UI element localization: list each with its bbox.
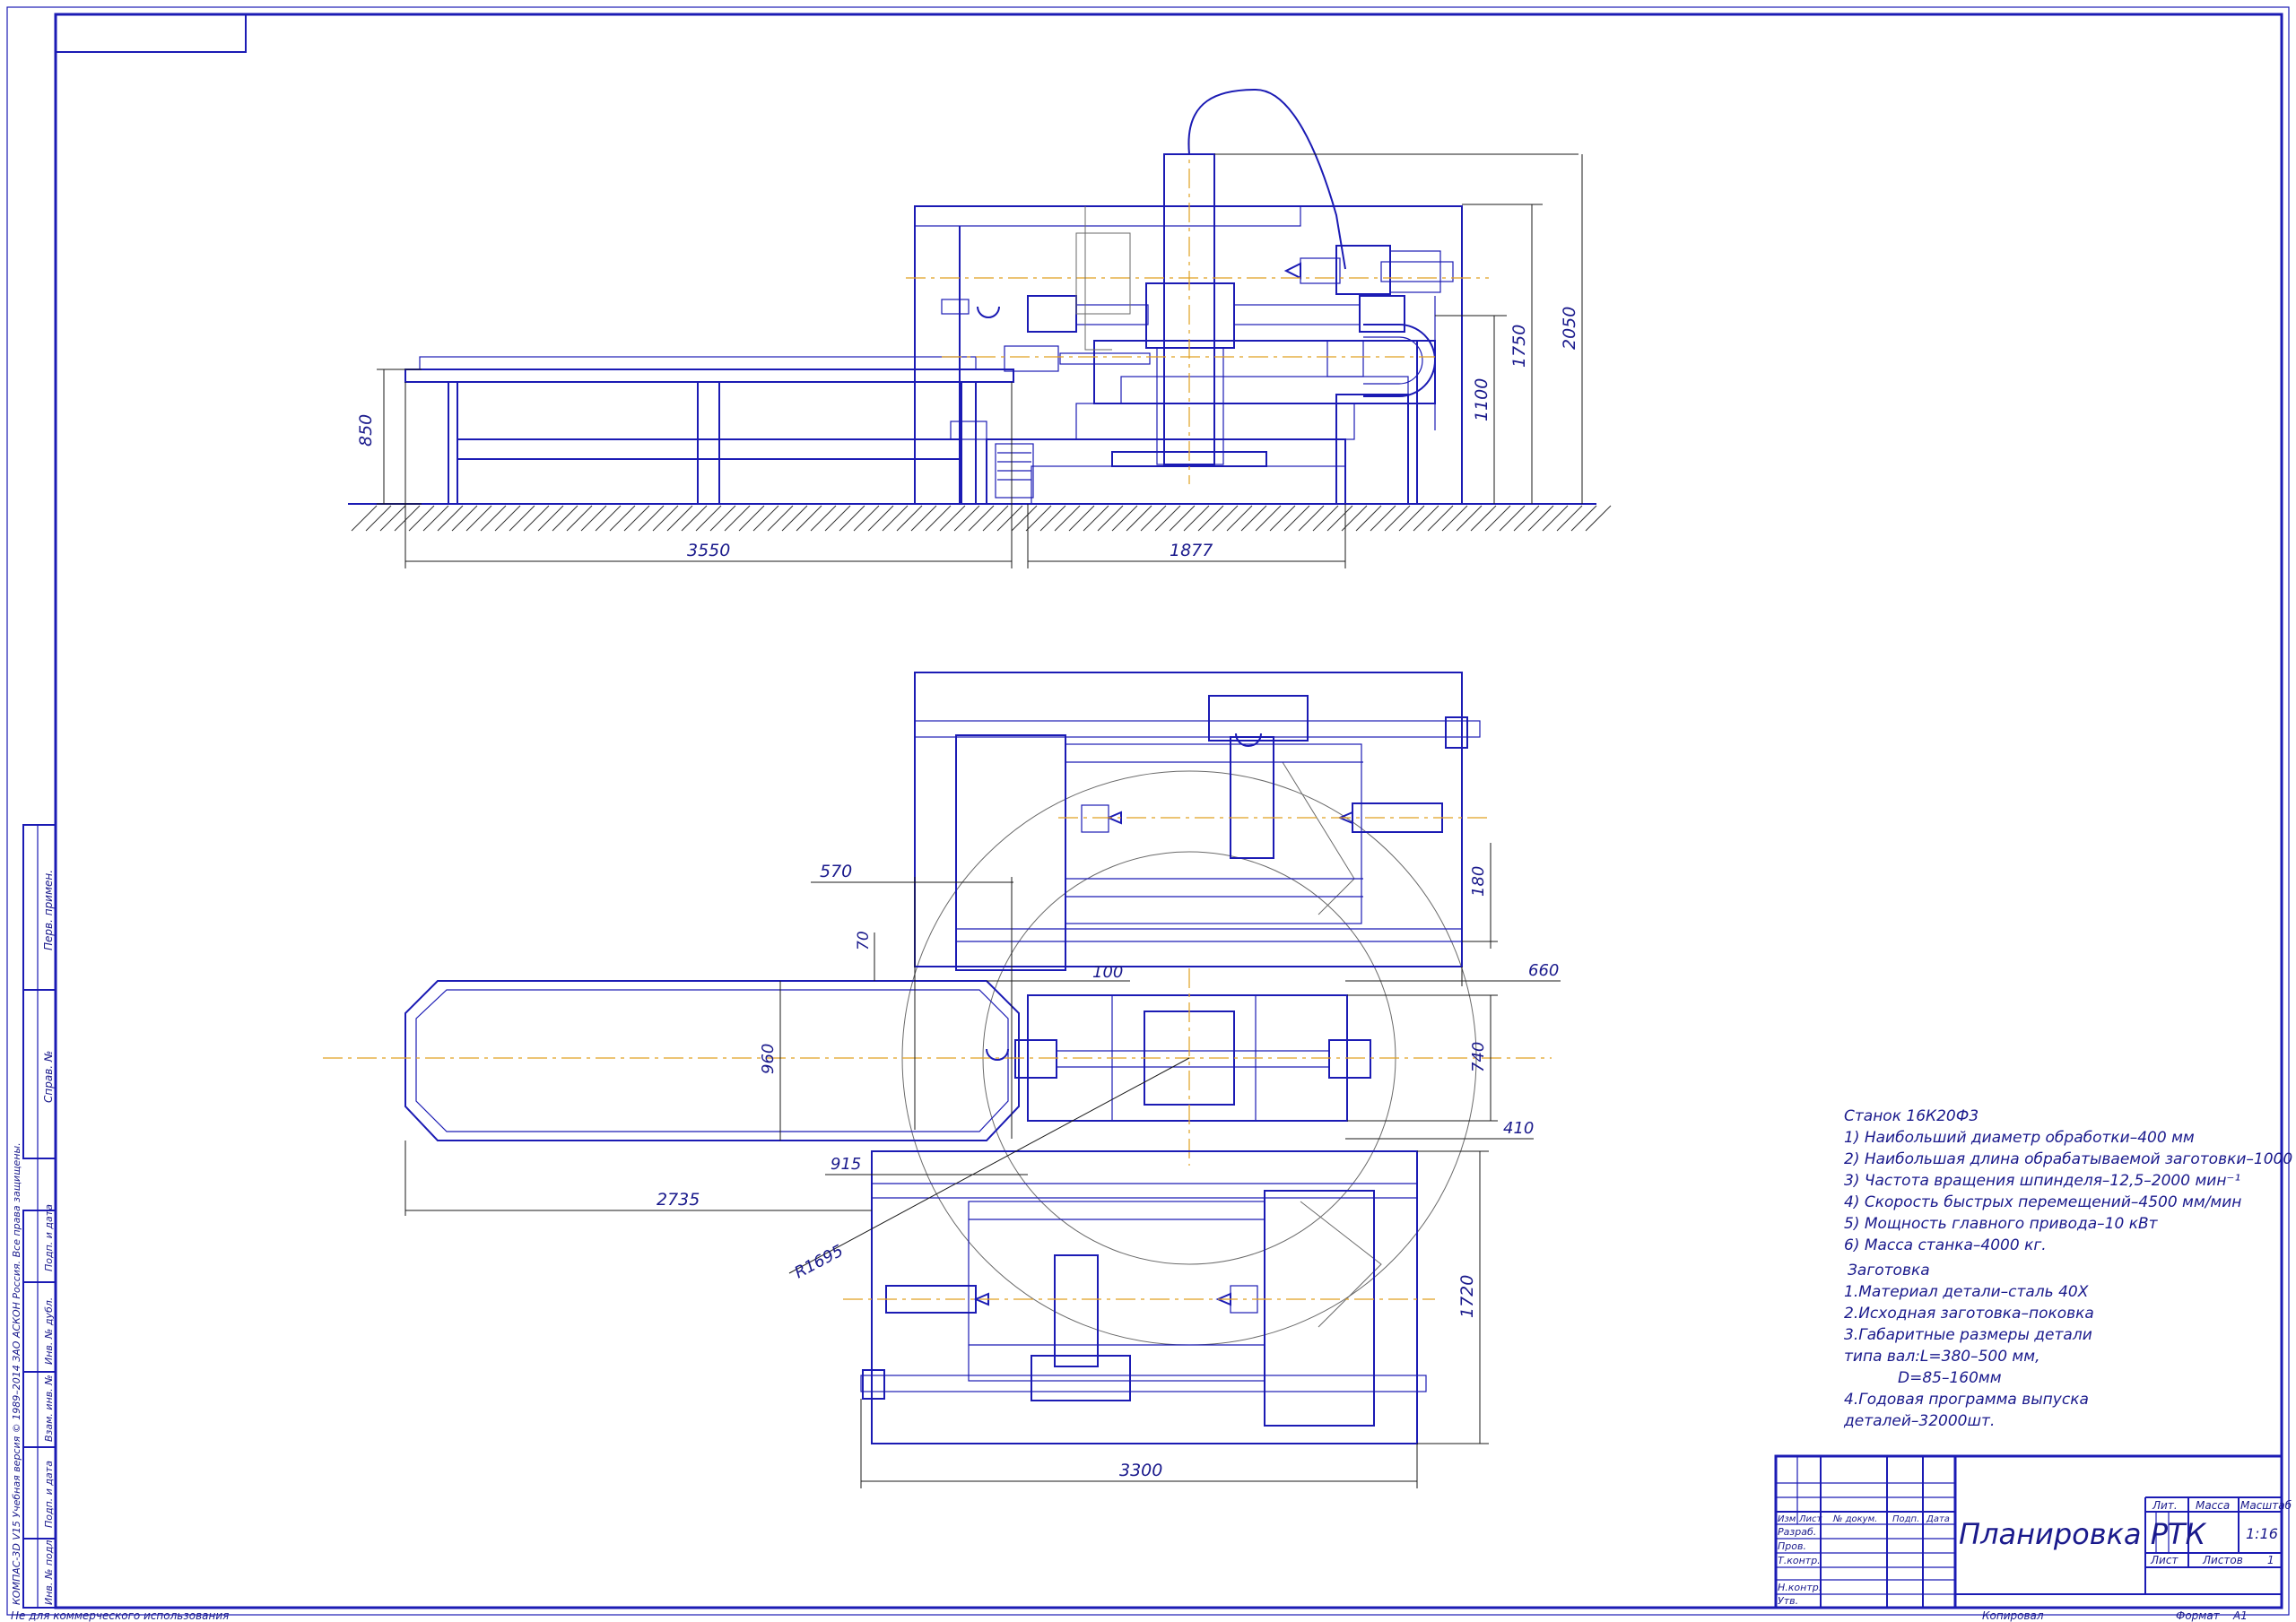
- dim-740: 740: [1469, 1042, 1488, 1072]
- robot-column: [906, 88, 1578, 484]
- podp-data-2: Подп. и дата: [43, 1461, 55, 1528]
- row-tkontr: Т.контр.: [1778, 1555, 1821, 1566]
- dim-1720: 1720: [1457, 1275, 1477, 1318]
- spec-item-6: 6) Масса станка–4000 кг.: [1844, 1236, 2047, 1254]
- workpiece-item-3: 3.Габаритные размеры детали: [1844, 1326, 2092, 1344]
- drawing-name: Планировка РТК: [1959, 1517, 2207, 1551]
- scale-value: 1:16: [2246, 1525, 2278, 1542]
- ground-hatch: [351, 505, 1612, 532]
- masshtab-label: Масштаб: [2240, 1499, 2292, 1512]
- vzam-inv: Взам. инв. №: [43, 1375, 55, 1442]
- upper-lathe: [914, 672, 1489, 971]
- dim-570: 570: [820, 862, 852, 881]
- lathe-body: [914, 205, 1463, 505]
- perv-primen: Перв. примен.: [42, 870, 55, 950]
- loading-table: [404, 356, 1014, 504]
- kompas-note: КОМПАС-3D V15 Учебная версия © 1989–2014…: [11, 1142, 22, 1605]
- inv-dubl: Инв. № дубл.: [43, 1297, 55, 1365]
- spec-item-5: 5) Мощность главного привода–10 кВт: [1844, 1215, 2159, 1233]
- spec-notes: Станок 16К20Ф3 1) Наибольший диаметр обр…: [1844, 1107, 2296, 1254]
- spec-item-3: 3) Частота вращения шпинделя–12,5–2000 м…: [1844, 1172, 2240, 1190]
- inv-podl: Инв. № подл.: [43, 1537, 55, 1605]
- row-prov: Пров.: [1778, 1540, 1806, 1552]
- col-data: Дата: [1926, 1514, 1950, 1524]
- dim-height-2050: 2050: [1560, 307, 1579, 350]
- format-value: А1: [2232, 1609, 2248, 1622]
- format-label: Формат: [2176, 1609, 2221, 1622]
- workpiece-item-5: D=85–160мм: [1898, 1369, 2002, 1387]
- dim-height-1100: 1100: [1472, 378, 1492, 421]
- workpiece-item-2: 2.Исходная заготовка–поковка: [1844, 1305, 2094, 1323]
- kopiroval-label: Копировал: [1982, 1609, 2044, 1622]
- dim-2735: 2735: [657, 1190, 700, 1210]
- row-utv: Утв.: [1778, 1595, 1798, 1607]
- dim-radius: R1695: [791, 1241, 846, 1282]
- listov-label: Листов: [2202, 1554, 2243, 1566]
- elevation-view: 850 3550 1877 1100 1750 2050: [348, 88, 1612, 568]
- dim-height-1750: 1750: [1509, 325, 1529, 368]
- col-izm: Изм: [1778, 1514, 1796, 1524]
- dim-3300: 3300: [1119, 1461, 1162, 1480]
- non-commercial-note: Не для коммерческого использования: [11, 1609, 229, 1622]
- list-label: Лист: [2150, 1554, 2179, 1566]
- podp-data-1: Подп. и дата: [43, 1204, 55, 1271]
- workpiece-item-1: 1.Материал детали–сталь 40Х: [1844, 1283, 2089, 1301]
- dim-table-length: 3550: [687, 541, 730, 560]
- spec-title: Станок 16К20Ф3: [1844, 1107, 1979, 1125]
- elevation-dimensions: 850 3550 1877 1100 1750 2050: [356, 154, 1583, 568]
- lit-label: Лит.: [2152, 1499, 2178, 1512]
- sprav-no: Справ. №: [42, 1051, 55, 1103]
- dim-machine-length: 1877: [1170, 541, 1213, 560]
- row-nkontr: Н.контр.: [1778, 1582, 1822, 1593]
- dim-100: 100: [1092, 963, 1123, 982]
- dim-410: 410: [1503, 1119, 1534, 1138]
- title-block: Изм Лист № докум. Подп. Дата Разраб. Про…: [1774, 1454, 2292, 1609]
- dim-table-height: 850: [356, 414, 376, 447]
- workpiece-title: Заготовка: [1848, 1262, 1930, 1279]
- workpiece-item-6: 4.Годовая программа выпуска: [1844, 1391, 2089, 1409]
- side-stamp: Перв. примен. Справ. № Подп. и дата Инв.…: [11, 824, 57, 1609]
- drawing-sheet: 850 3550 1877 1100 1750 2050 570 180 70 …: [6, 6, 2296, 1622]
- dim-180: 180: [1469, 866, 1488, 897]
- col-list: Лист: [1798, 1514, 1823, 1524]
- bottom-strip: Копировал Формат А1 Не для коммерческого…: [11, 1609, 2248, 1622]
- plan-view: 570 180 70 100 660 960 740 410 915 2735: [323, 672, 1561, 1488]
- workpiece-item-4: типа вал:L=380–500 мм,: [1844, 1348, 2040, 1366]
- spec-item-1: 1) Наибольший диаметр обработки–400 мм: [1844, 1129, 2195, 1147]
- col-doc: № докум.: [1832, 1514, 1877, 1524]
- dim-960: 960: [759, 1044, 778, 1074]
- listov-value: 1: [2267, 1554, 2274, 1566]
- dim-915: 915: [831, 1155, 861, 1174]
- workpiece-notes: Заготовка 1.Материал детали–сталь 40Х 2.…: [1843, 1262, 2094, 1430]
- dim-660: 660: [1528, 961, 1559, 980]
- lower-lathe: [843, 1150, 1435, 1444]
- workpiece-item-7: деталей–32000шт.: [1843, 1412, 1995, 1430]
- massa-label: Масса: [2196, 1499, 2230, 1512]
- spec-item-2: 2) Наибольшая длина обрабатываемой загот…: [1844, 1150, 2296, 1168]
- col-podp: Подп.: [1892, 1514, 1919, 1524]
- dim-70: 70: [855, 931, 873, 950]
- spec-item-4: 4) Скорость быстрых перемещений–4500 мм/…: [1844, 1193, 2241, 1211]
- storage-conveyor: [323, 980, 1552, 1141]
- row-razrab: Разраб.: [1778, 1526, 1816, 1538]
